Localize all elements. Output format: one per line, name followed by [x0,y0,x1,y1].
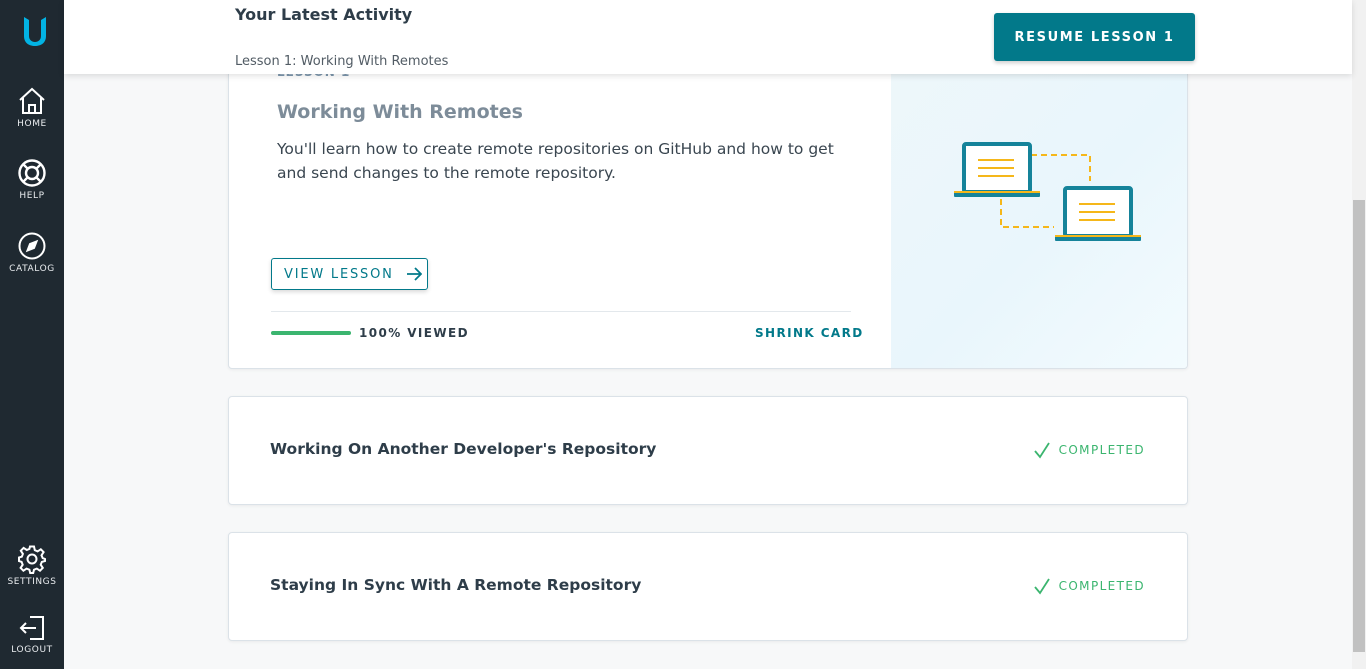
scrollbar-thumb[interactable] [1353,200,1365,652]
home-icon [19,87,45,114]
status-badge: COMPLETED [1033,441,1145,459]
sidebar-item-help[interactable]: HELP [0,158,64,201]
page-title: Your Latest Activity [235,5,413,24]
lesson-row-title[interactable]: Staying In Sync With A Remote Repository [270,576,641,594]
scrollbar[interactable] [1352,0,1366,669]
progress-label: 100% VIEWED [359,326,469,340]
lesson-card: LESSON 1 Working With Remotes You'll lea… [228,40,1188,369]
resume-lesson-button[interactable]: RESUME LESSON 1 [994,13,1195,61]
laptops-illustration [954,142,1141,241]
lesson-row[interactable]: Staying In Sync With A Remote Repository… [228,532,1188,641]
lesson-description: You'll learn how to create remote reposi… [277,140,834,182]
view-lesson-label: VIEW LESSON [284,266,394,282]
logout-icon [19,616,44,640]
status-label: COMPLETED [1058,443,1145,457]
view-lesson-button[interactable]: VIEW LESSON [271,258,428,290]
checkmark-icon [1033,442,1050,459]
udacity-logo[interactable] [18,14,52,48]
lesson-row-title[interactable]: Working On Another Developer's Repositor… [270,440,656,458]
card-divider [271,311,851,312]
sidebar-item-label: HOME [17,119,47,129]
gear-icon [18,545,46,574]
lesson-row[interactable]: Working On Another Developer's Repositor… [228,396,1188,505]
status-badge: COMPLETED [1033,577,1145,595]
sidebar-item-settings[interactable]: SETTINGS [0,544,64,587]
arrow-right-icon [406,267,422,281]
sidebar-item-logout[interactable]: LOGOUT [0,614,64,655]
sidebar-item-label: LOGOUT [11,645,53,655]
checkmark-icon [1033,578,1050,595]
lesson-illustration-panel [891,41,1187,368]
latest-activity-lesson[interactable]: Lesson 1: Working With Remotes [235,54,448,69]
lesson-title: Working With Remotes [277,101,523,123]
lifebuoy-icon [18,159,46,187]
shrink-card-link[interactable]: SHRINK CARD [755,326,864,340]
compass-icon [18,232,46,260]
sidebar-item-label: CATALOG [9,264,55,274]
sidebar-item-label: HELP [19,191,45,201]
sidebar-item-home[interactable]: HOME [0,86,64,129]
progress-bar [271,331,351,335]
progress-fill [271,331,351,335]
sidebar: HOME HELP CATALOG SETTINGS LOGOUT [0,0,64,669]
status-label: COMPLETED [1058,579,1145,593]
top-bar: Your Latest Activity Lesson 1: Working W… [64,0,1352,74]
sidebar-item-catalog[interactable]: CATALOG [0,231,64,274]
sidebar-item-label: SETTINGS [7,577,57,587]
